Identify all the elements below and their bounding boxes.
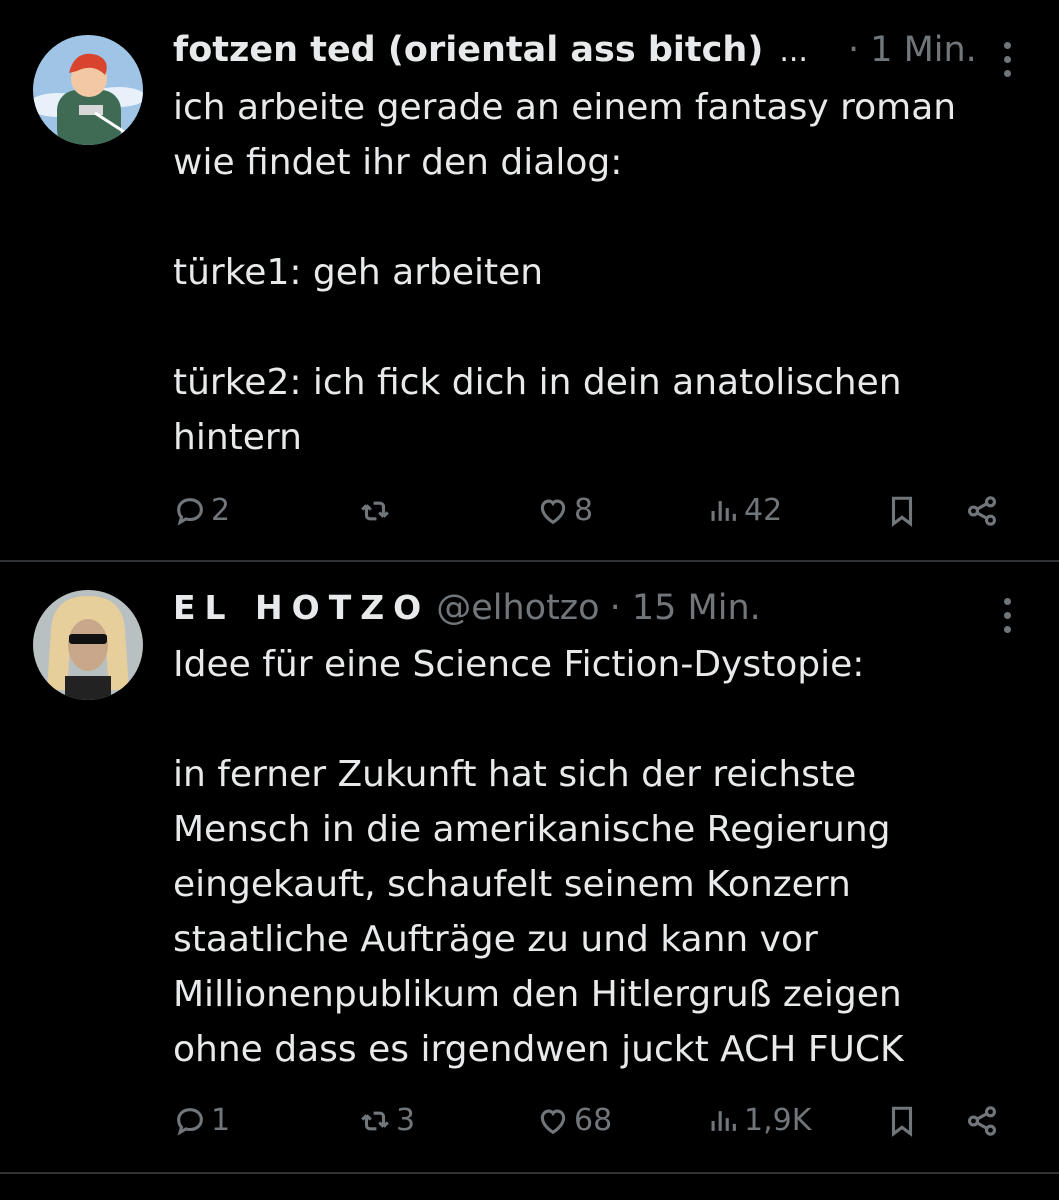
name-ellipsis: ... [779,34,808,69]
repost-icon [361,501,389,521]
reply-count: 1 [211,1103,231,1138]
like-button[interactable]: 8 [536,494,593,528]
tweet-actions: 1 3 68 1,9K [173,1104,1013,1148]
avatar[interactable] [33,35,143,145]
tweet-header: EL HOTZO @elhotzo · 15 Min. [173,588,761,628]
views-icon [711,1111,736,1131]
timestamp[interactable]: · 15 Min. [610,588,761,628]
author-name[interactable]: fotzen ted (oriental ass bitch) [173,30,763,70]
author-handle[interactable]: @elhotzo [436,588,599,628]
more-icon[interactable] [1001,598,1013,633]
reply-button[interactable]: 2 [173,494,230,528]
repost-count: 3 [396,1103,416,1138]
author-name[interactable]: EL HOTZO [173,588,430,627]
share-button[interactable] [965,1104,999,1138]
heart-icon [540,1109,566,1135]
reply-icon [177,498,203,526]
tweet[interactable]: EL HOTZO @elhotzo · 15 Min. Idee für ein… [0,560,1059,1172]
bookmark-icon [891,496,913,527]
repost-icon [361,1111,389,1131]
tweet-text: Idee für eine Science Fiction-Dystopie: … [173,644,904,1070]
tweet-text: ich arbeite gerade an einem fantasy roma… [173,87,957,458]
reply-button[interactable]: 1 [173,1104,230,1138]
repost-button[interactable]: 3 [358,1104,415,1138]
divider [0,1172,1059,1174]
timestamp[interactable]: · 1 Min. [848,30,977,70]
views-count: 42 [744,493,783,528]
avatar[interactable] [33,590,143,700]
heart-icon [540,499,566,525]
reply-icon [177,1108,203,1136]
reply-count: 2 [211,493,231,528]
tweet-actions: 2 8 42 [173,494,1013,538]
views-button[interactable]: 1,9K [706,1104,811,1138]
like-button[interactable]: 68 [536,1104,612,1138]
tweet-header: fotzen ted (oriental ass bitch) ... · 1 … [173,30,977,70]
more-icon[interactable] [1001,42,1013,77]
share-icon [967,496,997,526]
like-count: 68 [574,1103,613,1138]
repost-button[interactable] [358,494,396,528]
tweet[interactable]: fotzen ted (oriental ass bitch) ... · 1 … [0,0,1059,560]
bookmark-button[interactable] [885,1104,919,1138]
like-count: 8 [574,493,594,528]
bookmark-icon [891,1106,913,1137]
views-button[interactable]: 42 [706,494,782,528]
views-count: 1,9K [744,1103,812,1138]
views-icon [711,501,736,521]
share-icon [967,1106,997,1136]
share-button[interactable] [965,494,999,528]
bookmark-button[interactable] [885,494,919,528]
